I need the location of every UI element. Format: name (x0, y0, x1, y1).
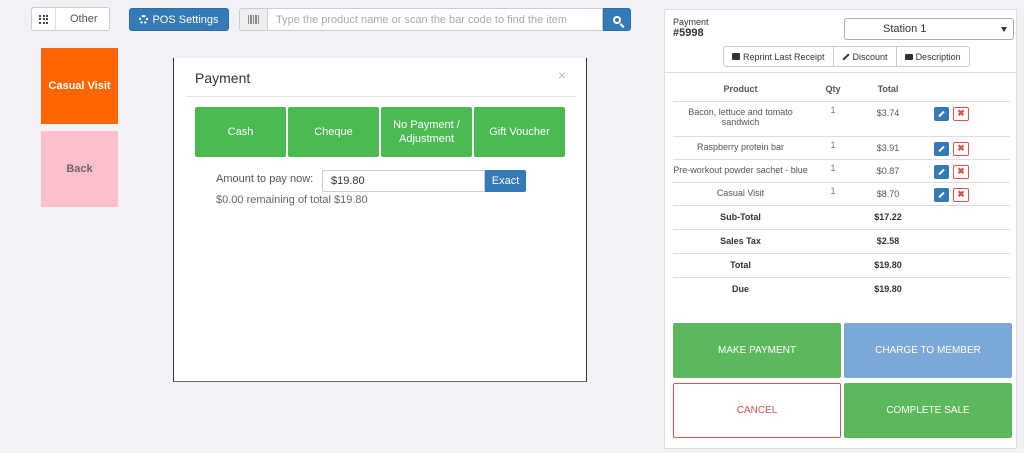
product-search (239, 8, 631, 31)
gift-voucher-button[interactable]: Gift Voucher (474, 107, 565, 157)
casual-visit-tile[interactable]: Casual Visit (41, 48, 118, 124)
panel-divider (665, 72, 1016, 73)
table-row: Bacon, lettuce and tomato sandwich 1 $3.… (673, 101, 1010, 137)
summary-value: $19.80 (858, 253, 918, 278)
pencil-icon (938, 191, 945, 198)
reprint-label: Reprint Last Receipt (743, 51, 825, 62)
remove-item-button[interactable]: ✖ (953, 106, 969, 121)
pencil-icon (938, 168, 945, 175)
station-select[interactable]: Station 1 (844, 18, 1014, 40)
station-value: Station 1 (883, 23, 927, 35)
order-panel: Payment #5998 Station 1 Reprint Last Rec… (664, 9, 1017, 449)
payment-options: Cash Cheque No Payment / Adjustment Gift… (195, 107, 565, 157)
summary-value: $17.22 (858, 205, 918, 230)
description-button[interactable]: Description (895, 46, 970, 67)
table-row: Pre-workout powder sachet - blue 1 $0.87… (673, 159, 1010, 183)
sales-tax-row: Sales Tax $2.58 (673, 229, 1010, 254)
edit-item-button[interactable] (934, 106, 949, 121)
item-product: Pre-workout powder sachet - blue (673, 159, 808, 183)
make-payment-button[interactable]: MAKE PAYMENT (673, 323, 841, 378)
pos-settings-button[interactable]: POS Settings (129, 8, 229, 31)
search-button[interactable] (603, 8, 631, 31)
comment-icon (904, 53, 913, 60)
item-total: $0.87 (858, 159, 918, 183)
pencil-icon (842, 52, 850, 61)
summary-label: Due (731, 284, 749, 295)
item-qty: 1 (808, 101, 858, 137)
edit-item-button[interactable] (934, 187, 949, 202)
close-icon[interactable]: × (558, 67, 566, 83)
total-row: Total $19.80 (673, 253, 1010, 278)
due-row: Due $19.80 (673, 277, 1010, 301)
item-product: Raspberry protein bar (673, 136, 808, 160)
item-total: $3.74 (858, 101, 918, 137)
breadcrumb-other[interactable]: Other (70, 13, 98, 25)
remaining-text: $0.00 remaining of total $19.80 (216, 194, 368, 206)
summary-label: Total (673, 253, 808, 278)
summary-label: Sales Tax (673, 229, 808, 254)
order-number: #5998 (673, 27, 704, 39)
remove-item-button[interactable]: ✖ (953, 164, 969, 179)
grid-menu-button[interactable] (32, 8, 56, 30)
no-payment-button[interactable]: No Payment / Adjustment (381, 107, 472, 157)
search-icon (613, 15, 621, 24)
breadcrumb[interactable]: Other (31, 7, 110, 31)
cash-button[interactable]: Cash (195, 107, 286, 157)
reprint-button[interactable]: Reprint Last Receipt (723, 46, 834, 67)
order-table: Product Qty Total Bacon, lettuce and tom… (673, 78, 1010, 301)
due-value: $19.80 (874, 284, 902, 295)
item-product: Bacon, lettuce and tomato sandwich (673, 101, 808, 137)
gear-icon (139, 15, 149, 24)
amount-label: Amount to pay now: (216, 173, 314, 185)
item-qty: 1 (808, 136, 858, 160)
col-product: Product (673, 78, 808, 102)
discount-button[interactable]: Discount (832, 46, 897, 67)
item-total: $8.70 (858, 182, 918, 206)
amount-input[interactable] (322, 170, 485, 192)
item-total: $3.91 (858, 136, 918, 160)
pos-settings-label: POS Settings (152, 13, 219, 26)
col-total: Total (858, 78, 918, 102)
col-qty: Qty (808, 78, 858, 102)
modal-title: Payment (195, 70, 251, 86)
exact-button[interactable]: Exact (485, 170, 526, 192)
barcode-icon (248, 15, 259, 24)
table-row: Raspberry protein bar 1 $3.91 ✖ (673, 136, 1010, 160)
grid-icon (39, 14, 48, 24)
pencil-icon (938, 145, 945, 152)
subtotal-row: Sub-Total $17.22 (673, 205, 1010, 230)
remove-item-button[interactable]: ✖ (953, 141, 969, 156)
remove-item-button[interactable]: ✖ (953, 187, 969, 202)
summary-label: Sub-Total (673, 205, 808, 230)
item-qty: 1 (808, 159, 858, 183)
back-tile[interactable]: Back (41, 131, 118, 207)
edit-item-button[interactable] (934, 164, 949, 179)
description-label: Description (915, 51, 961, 62)
pencil-icon (938, 110, 945, 117)
search-input[interactable] (267, 8, 603, 31)
col-actions (918, 78, 1010, 102)
chevron-down-icon (1001, 27, 1007, 32)
cheque-button[interactable]: Cheque (288, 107, 379, 157)
item-product: Casual Visit (673, 182, 808, 206)
payment-modal: Payment × Cash Cheque No Payment / Adjus… (173, 58, 587, 382)
print-icon (732, 53, 740, 60)
modal-divider (186, 96, 576, 97)
item-qty: 1 (808, 182, 858, 206)
table-row: Casual Visit 1 $8.70 ✖ (673, 182, 1010, 206)
barcode-button[interactable] (239, 8, 267, 31)
panel-label: Payment (673, 17, 709, 27)
edit-item-button[interactable] (934, 141, 949, 156)
complete-sale-button[interactable]: COMPLETE SALE (844, 383, 1012, 438)
order-actions: Reprint Last Receipt Discount Descriptio… (723, 46, 970, 67)
cancel-button[interactable]: CANCEL (673, 383, 841, 438)
charge-to-member-button[interactable]: CHARGE TO MEMBER (844, 323, 1012, 378)
discount-label: Discount (852, 51, 888, 62)
summary-value: $2.58 (858, 229, 918, 254)
